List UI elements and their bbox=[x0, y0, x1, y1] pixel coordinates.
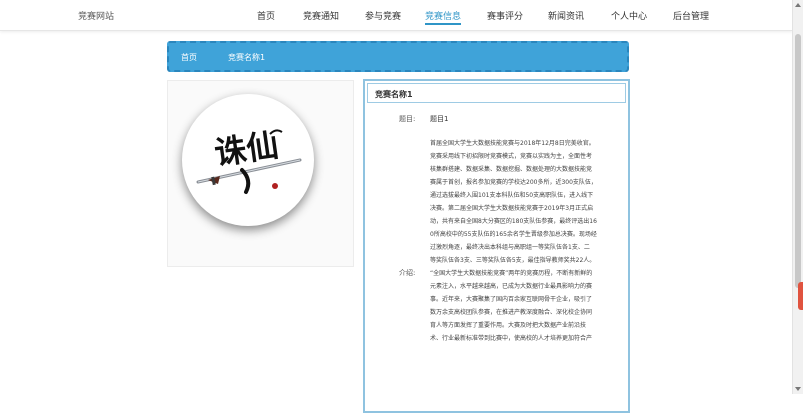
calligraphy-sword-image-icon: 诛仙 bbox=[196, 126, 302, 194]
intro-line: 过激烈角逐，最终决出本科组与高职组一等奖队伍各1支、二 bbox=[430, 244, 590, 251]
intro-line: 决赛。第二届全国大学生大数据技能竞赛于2019年3月正式启 bbox=[430, 205, 594, 212]
intro-text: 首届全国大学生大数据技能竞赛与2018年12月8日完美收官。 竞赛采用线下初招限… bbox=[430, 137, 612, 345]
breadcrumb: 首页 竞赛名称1 bbox=[167, 41, 629, 72]
intro-line: 竞赛采用线下初招限时竞赛模式，竞赛以实践为主，全面性考 bbox=[430, 153, 593, 160]
intro-line: 核集群搭建、数据采集、数据挖掘、数据处理的大数据技能竞 bbox=[430, 166, 593, 173]
intro-line: 等奖队伍各3支、三等奖队伍各5支，最佳指导教师奖共22人。 bbox=[430, 257, 596, 264]
intro-line: 元素注入，水平越来越高，已成为大数据行业最具影响力的赛 bbox=[430, 283, 593, 290]
scroll-down-icon[interactable] bbox=[795, 387, 801, 391]
nav-item-competition-info[interactable]: 竞赛信息 bbox=[425, 9, 461, 22]
intro-line: 数万余支高校团队参赛，在推进产教深度融合、深化校企协同 bbox=[430, 309, 593, 316]
breadcrumb-home-link[interactable]: 首页 bbox=[181, 52, 197, 63]
nav-item-home[interactable]: 首页 bbox=[257, 9, 275, 22]
nav-item-competition-notice[interactable]: 竞赛通知 bbox=[303, 9, 339, 22]
intro-label: 介绍: bbox=[399, 269, 416, 277]
active-nav-underline bbox=[425, 23, 461, 25]
scrollbar-thumb[interactable] bbox=[795, 34, 801, 288]
topic-label: 题目: bbox=[399, 115, 416, 123]
competition-image: 诛仙 bbox=[182, 94, 314, 226]
site-name[interactable]: 竞赛网站 bbox=[78, 9, 114, 22]
competition-title: 竞赛名称1 bbox=[375, 90, 413, 99]
detail-header: 竞赛名称1 bbox=[367, 83, 626, 103]
competition-image-panel: 诛仙 bbox=[167, 80, 354, 267]
nav-item-admin[interactable]: 后台管理 bbox=[673, 9, 709, 22]
nav-item-join-competition[interactable]: 参与竞赛 bbox=[365, 9, 401, 22]
top-navigation-bar: 竞赛网站 首页 竞赛通知 参与竞赛 竞赛信息 赛事评分 新闻资讯 个人中心 后台… bbox=[0, 0, 793, 31]
intro-line: 育人等方面发挥了重要作用。大赛及时把大数据产业前沿技 bbox=[430, 322, 587, 329]
page-scrollbar[interactable] bbox=[792, 0, 803, 394]
intro-line: 事。近年来，大赛聚集了国内百余家互联网骨干企业，吸引了 bbox=[430, 296, 593, 303]
nav-item-personal-center[interactable]: 个人中心 bbox=[611, 9, 647, 22]
scroll-up-icon[interactable] bbox=[795, 3, 801, 7]
competition-detail-panel: 竞赛名称1 题目: 题目1 介绍: 首届全国大学生大数据技能竞赛与2018年12… bbox=[363, 79, 630, 413]
intro-line: 通过选拔最终入围101支本科队伍和50支高职队伍，进入线下 bbox=[430, 192, 594, 199]
intro-line: 赛属于首创，报名参加竞赛的学校达200多所，近300支队伍， bbox=[430, 179, 597, 186]
nav-item-event-scoring[interactable]: 赛事评分 bbox=[487, 9, 523, 22]
intro-line: 首届全国大学生大数据技能竞赛与2018年12月8日完美收官。 bbox=[430, 140, 595, 147]
intro-line: 0所高校中的55支队伍的165余名学生晋级参加总决赛。现场经 bbox=[430, 231, 597, 238]
side-float-tab[interactable] bbox=[798, 282, 803, 310]
breadcrumb-current: 竞赛名称1 bbox=[228, 53, 266, 62]
intro-line: 动，共有来自全国8大分赛区的180支队伍参赛，最终评选出16 bbox=[430, 218, 597, 225]
intro-line: “全国大学生大数据技能竞赛”两年的竞赛历程，不断有新鲜的 bbox=[430, 270, 593, 277]
topic-value: 题目1 bbox=[430, 115, 449, 123]
nav-item-news[interactable]: 新闻资讯 bbox=[548, 9, 584, 22]
intro-line: 术、行业最新标准带到比赛中，使高校的人才培养更加符合产 bbox=[430, 335, 593, 342]
